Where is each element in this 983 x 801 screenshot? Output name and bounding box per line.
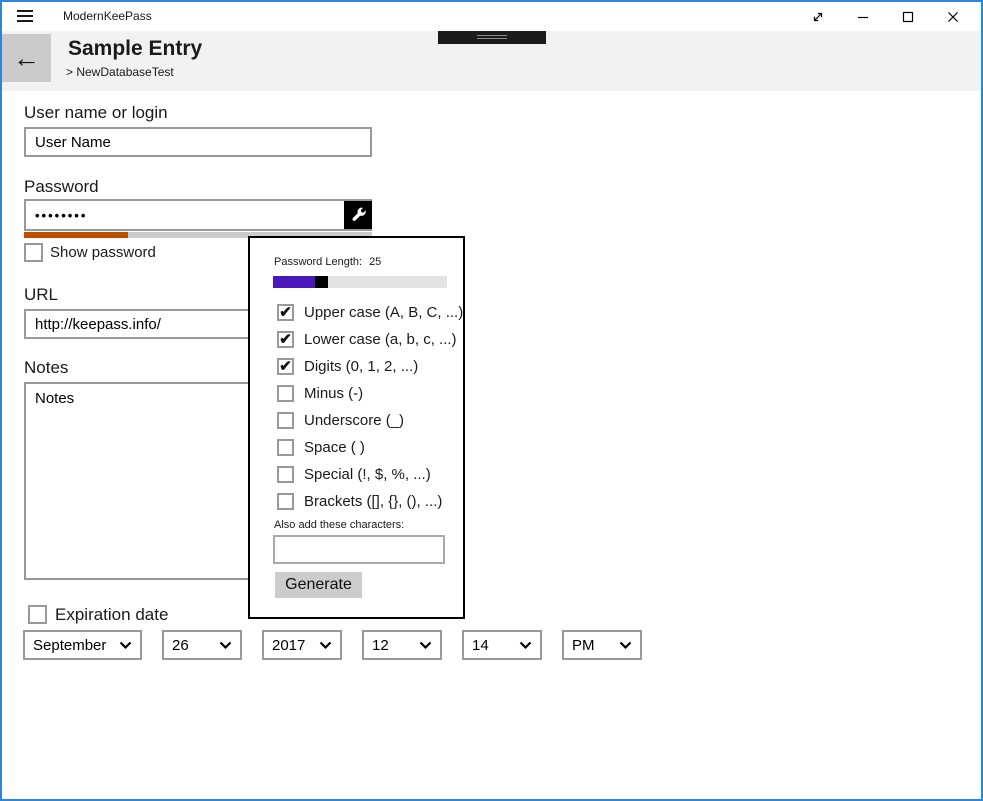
space-checkbox[interactable] <box>277 439 294 456</box>
gen-option-label: Special (!, $, %, ...) <box>304 466 431 483</box>
chevron-down-icon <box>219 641 232 650</box>
chevron-down-icon <box>419 641 432 650</box>
app-window: ModernKeePass <box>0 0 983 801</box>
gen-option-label: Underscore (_) <box>304 412 404 429</box>
generate-button[interactable]: Generate <box>275 572 362 598</box>
fullscreen-button[interactable] <box>795 2 840 31</box>
day-dropdown[interactable]: 26 <box>162 630 242 660</box>
title-bar: ModernKeePass <box>2 2 981 31</box>
chevron-down-icon <box>319 641 332 650</box>
hour-dropdown[interactable]: 12 <box>362 630 442 660</box>
day-value: 26 <box>172 637 219 654</box>
page-header: ← Sample Entry > NewDatabaseTest <box>2 31 981 91</box>
upper-case-checkbox[interactable] <box>277 304 294 321</box>
month-dropdown[interactable]: September <box>23 630 142 660</box>
chevron-down-icon <box>619 641 632 650</box>
window-controls <box>795 2 975 31</box>
also-add-label: Also add these characters: <box>274 519 404 531</box>
page-title: Sample Entry <box>68 37 202 61</box>
close-button[interactable] <box>930 2 975 31</box>
gen-option-label: Space ( ) <box>304 439 365 456</box>
chevron-down-icon <box>119 641 132 650</box>
password-generator-popup: Password Length:25 Upper case (A, B, C, … <box>248 236 465 619</box>
special-checkbox[interactable] <box>277 466 294 483</box>
underscore-checkbox[interactable] <box>277 412 294 429</box>
expiration-checkbox[interactable] <box>28 605 47 624</box>
maximize-button[interactable] <box>885 2 930 31</box>
gen-option-label: Brackets ([], {}, (), ...) <box>304 493 442 510</box>
show-password-checkbox[interactable] <box>24 243 43 262</box>
year-value: 2017 <box>272 637 319 654</box>
gen-option-label: Lower case (a, b, c, ...) <box>304 331 457 348</box>
password-length-label: Password Length:25 <box>274 256 381 268</box>
show-password-label: Show password <box>50 244 156 261</box>
brackets-checkbox[interactable] <box>277 493 294 510</box>
back-button[interactable]: ← <box>2 34 51 82</box>
close-icon <box>947 11 959 23</box>
chevron-down-icon <box>519 641 532 650</box>
password-strength-fill <box>24 232 128 238</box>
breadcrumb: > NewDatabaseTest <box>66 65 174 79</box>
username-label: User name or login <box>24 103 168 123</box>
gen-option-label: Digits (0, 1, 2, ...) <box>304 358 418 375</box>
command-bar-more-button[interactable] <box>438 31 546 44</box>
gen-option-label: Minus (-) <box>304 385 363 402</box>
grip-lines-icon <box>477 35 507 36</box>
gen-option-label: Upper case (A, B, C, ...) <box>304 304 463 321</box>
digits-checkbox[interactable] <box>277 358 294 375</box>
minimize-button[interactable] <box>840 2 885 31</box>
length-slider-thumb[interactable] <box>315 276 328 288</box>
app-title: ModernKeePass <box>63 9 152 23</box>
grip-lines-icon <box>477 38 507 39</box>
notes-label: Notes <box>24 358 68 378</box>
password-input[interactable] <box>24 199 372 231</box>
username-input[interactable] <box>24 127 372 157</box>
minus-checkbox[interactable] <box>277 385 294 402</box>
ampm-value: PM <box>572 637 619 654</box>
also-add-input[interactable] <box>273 535 445 564</box>
length-slider-fill <box>273 276 315 288</box>
year-dropdown[interactable]: 2017 <box>262 630 342 660</box>
minimize-icon <box>857 11 869 23</box>
ampm-dropdown[interactable]: PM <box>562 630 642 660</box>
password-length-slider[interactable] <box>273 276 447 288</box>
url-label: URL <box>24 285 58 305</box>
wrench-icon <box>350 207 367 224</box>
diagonal-arrow-icon <box>811 10 825 24</box>
hamburger-menu-icon[interactable] <box>17 10 35 24</box>
back-arrow-icon: ← <box>13 43 40 74</box>
month-value: September <box>33 637 119 654</box>
password-length-value: 25 <box>369 256 381 268</box>
generate-password-button[interactable] <box>344 201 372 229</box>
minute-value: 14 <box>472 637 519 654</box>
password-label: Password <box>24 177 99 197</box>
maximize-icon <box>902 11 914 23</box>
hour-value: 12 <box>372 637 419 654</box>
minute-dropdown[interactable]: 14 <box>462 630 542 660</box>
expiration-label: Expiration date <box>55 605 168 625</box>
lower-case-checkbox[interactable] <box>277 331 294 348</box>
